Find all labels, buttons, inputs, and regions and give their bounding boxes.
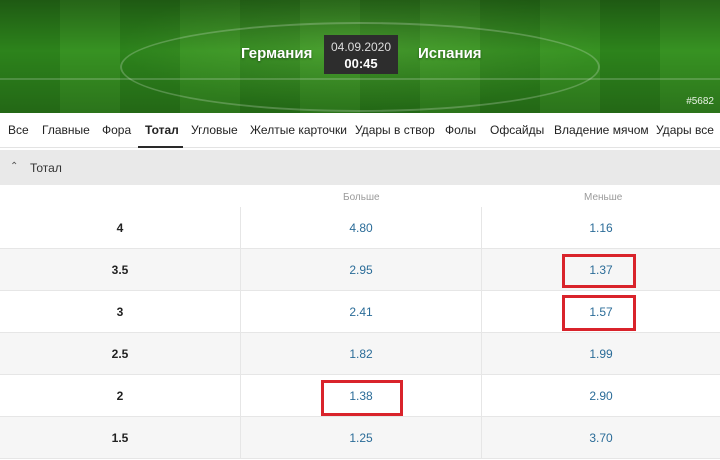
match-header: Германия 04.09.2020 00:45 Испания #5682 (0, 0, 720, 113)
home-team-name: Германия (241, 45, 313, 62)
away-team-name: Испания (418, 45, 482, 62)
pitch-halfway-line (0, 78, 720, 80)
total-line: 3.5 (111, 263, 129, 277)
total-section-header[interactable]: ⌃ Тотал (0, 150, 720, 185)
tab-shots-on-target[interactable]: Удары в створ (355, 123, 435, 137)
tab-yellow-cards[interactable]: Желтые карточки (250, 123, 347, 137)
odd-under[interactable]: 1.99 (481, 333, 720, 375)
table-row: 1.5 1.25 3.70 (0, 417, 720, 459)
odd-over[interactable]: 2.95 (240, 249, 481, 291)
tab-main[interactable]: Главные (42, 123, 90, 137)
section-title: Тотал (30, 161, 62, 175)
column-header-over: Больше (343, 192, 380, 203)
odd-under[interactable]: 1.37 (481, 249, 720, 291)
odd-over[interactable]: 1.25 (240, 417, 481, 459)
table-row: 3 2.41 1.57 (0, 291, 720, 333)
market-tabs: Все Главные Фора Тотал Угловые Желтые ка… (0, 113, 720, 148)
match-time: 00:45 (344, 56, 378, 71)
match-datetime-box: 04.09.2020 00:45 (324, 35, 398, 74)
tab-handicap[interactable]: Фора (102, 123, 131, 137)
odd-under[interactable]: 3.70 (481, 417, 720, 459)
total-line: 4 (116, 221, 124, 235)
odd-over[interactable]: 1.82 (240, 333, 481, 375)
tab-possession[interactable]: Владение мячом (554, 123, 649, 137)
match-id: #5682 (686, 96, 714, 107)
tab-total-shots[interactable]: Удары все (656, 123, 714, 137)
chevron-up-icon[interactable]: ⌃ (10, 161, 18, 172)
table-row: 3.5 2.95 1.37 (0, 249, 720, 291)
odd-under[interactable]: 1.57 (481, 291, 720, 333)
odd-over[interactable]: 4.80 (240, 207, 481, 249)
odd-over[interactable]: 2.41 (240, 291, 481, 333)
total-line: 3 (116, 305, 124, 319)
column-header-under: Меньше (584, 192, 623, 203)
table-row: 4 4.80 1.16 (0, 207, 720, 249)
tab-total[interactable]: Тотал (145, 123, 179, 137)
table-row: 2 1.38 2.90 (0, 375, 720, 417)
active-tab-indicator (138, 146, 183, 148)
tab-fouls[interactable]: Фолы (445, 123, 476, 137)
match-date: 04.09.2020 (330, 40, 392, 54)
tab-offsides[interactable]: Офсайды (490, 123, 544, 137)
total-line: 1.5 (111, 431, 129, 445)
total-line: 2 (116, 389, 124, 403)
odd-under[interactable]: 2.90 (481, 375, 720, 417)
table-row: 2.5 1.82 1.99 (0, 333, 720, 375)
tab-corners[interactable]: Угловые (191, 123, 238, 137)
tab-all[interactable]: Все (8, 123, 29, 137)
total-line: 2.5 (111, 347, 129, 361)
odd-over[interactable]: 1.38 (240, 375, 481, 417)
odd-under[interactable]: 1.16 (481, 207, 720, 249)
